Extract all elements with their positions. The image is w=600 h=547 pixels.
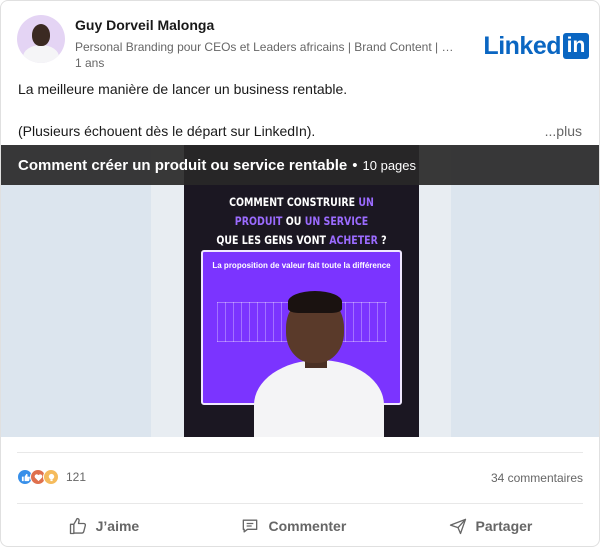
document-title-separator: • <box>352 156 358 174</box>
document-page-count: 10 pages <box>362 157 417 173</box>
send-icon <box>449 518 466 535</box>
reaction-count: 121 <box>66 470 87 484</box>
thumbs-up-icon <box>69 517 86 535</box>
social-counts: 121 34 commentaires <box>17 465 583 489</box>
like-label: J’aime <box>95 518 140 534</box>
post-card: Guy Dorveil Malonga Personal Branding po… <box>0 0 600 547</box>
divider <box>17 503 583 504</box>
slide-box-caption: La proposition de valeur fait toute la d… <box>212 261 391 270</box>
comment-icon <box>243 519 258 533</box>
post-text-line2: (Plusieurs échouent dès le départ sur Li… <box>18 123 316 139</box>
document-side-right <box>419 145 451 437</box>
action-bar: J’aime Commenter Partager <box>17 509 583 543</box>
post-text-line1: La meilleure manière de lancer un busine… <box>18 81 348 97</box>
linkedin-logo: Linked in <box>483 31 589 61</box>
author-headline: Personal Branding pour CEOs et Leaders a… <box>75 40 455 54</box>
document-viewer[interactable]: COMMENT CONSTRUIRE UN PRODUIT OU UN SERV… <box>1 145 599 437</box>
document-title-bar: Comment créer un produit ou service rent… <box>1 145 599 185</box>
document-side-left <box>151 145 184 437</box>
comment-button[interactable]: Commenter <box>240 516 346 536</box>
reactions-summary[interactable]: 121 <box>17 469 86 485</box>
comments-count[interactable]: 34 commentaires <box>491 471 583 485</box>
post-timestamp: 1 ans <box>75 56 105 70</box>
see-more-button[interactable]: ...plus <box>545 123 582 139</box>
document-title: Comment créer un produit ou service rent… <box>18 156 348 174</box>
slide-title: COMMENT CONSTRUIRE UN PRODUIT OU UN SERV… <box>216 195 387 247</box>
insightful-reaction-icon <box>43 469 59 485</box>
avatar[interactable] <box>17 15 65 63</box>
share-button[interactable]: Partager <box>448 516 533 536</box>
share-label: Partager <box>475 518 533 534</box>
like-button[interactable]: J’aime <box>68 516 140 536</box>
author-name[interactable]: Guy Dorveil Malonga <box>75 17 214 33</box>
post-header: Guy Dorveil Malonga Personal Branding po… <box>17 13 589 73</box>
linkedin-logo-box: in <box>563 33 589 59</box>
linkedin-logo-word: Linked <box>483 31 561 60</box>
comment-label: Commenter <box>268 518 347 534</box>
divider <box>17 452 583 453</box>
document-slide[interactable]: COMMENT CONSTRUIRE UN PRODUIT OU UN SERV… <box>184 145 419 437</box>
